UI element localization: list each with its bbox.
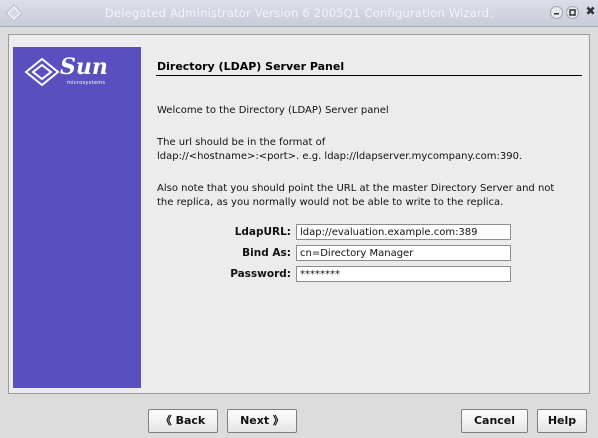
help-button[interactable]: Help: [537, 409, 587, 433]
welcome-text: Welcome to the Directory (LDAP) Server p…: [157, 105, 389, 116]
maximize-button[interactable]: [566, 6, 579, 19]
close-button[interactable]: ✖: [584, 4, 597, 19]
bindas-input[interactable]: [296, 245, 511, 261]
format-text-line1: The url should be in the format of: [157, 137, 326, 148]
sun-diamond-icon: [24, 57, 60, 87]
sidebar-panel: [13, 47, 141, 388]
panel-title: Directory (LDAP) Server Panel: [157, 60, 345, 73]
ldapurl-input[interactable]: [296, 224, 511, 240]
next-button[interactable]: Next 》: [227, 409, 297, 433]
password-input[interactable]: [296, 266, 511, 282]
close-icon: ✖: [585, 4, 596, 18]
logo-text: Sun: [60, 54, 108, 80]
window-titlebar[interactable]: Delegated Administrator Version 6 2005Q1…: [0, 0, 598, 27]
note-text-line2: the replica, as you normally would not b…: [157, 197, 504, 208]
sun-logo: Sun microsystems: [22, 54, 132, 97]
title-divider: [156, 75, 582, 76]
minimize-icon: [554, 13, 559, 15]
ldapurl-label: LdapURL:: [234, 226, 291, 238]
note-text-line1: Also note that you should point the URL …: [157, 183, 555, 194]
bindas-label: Bind As:: [242, 247, 291, 259]
password-label: Password:: [230, 268, 291, 280]
format-text-line2: ldap://<hostname>:<port>. e.g. ldap://ld…: [157, 151, 523, 162]
logo-subtext: microsystems: [67, 80, 106, 86]
cancel-button[interactable]: Cancel: [461, 409, 528, 433]
back-button[interactable]: 《 Back: [148, 409, 218, 433]
maximize-icon: [569, 9, 576, 16]
minimize-button[interactable]: [550, 6, 563, 19]
window-title: Delegated Administrator Version 6 2005Q1…: [104, 6, 494, 20]
